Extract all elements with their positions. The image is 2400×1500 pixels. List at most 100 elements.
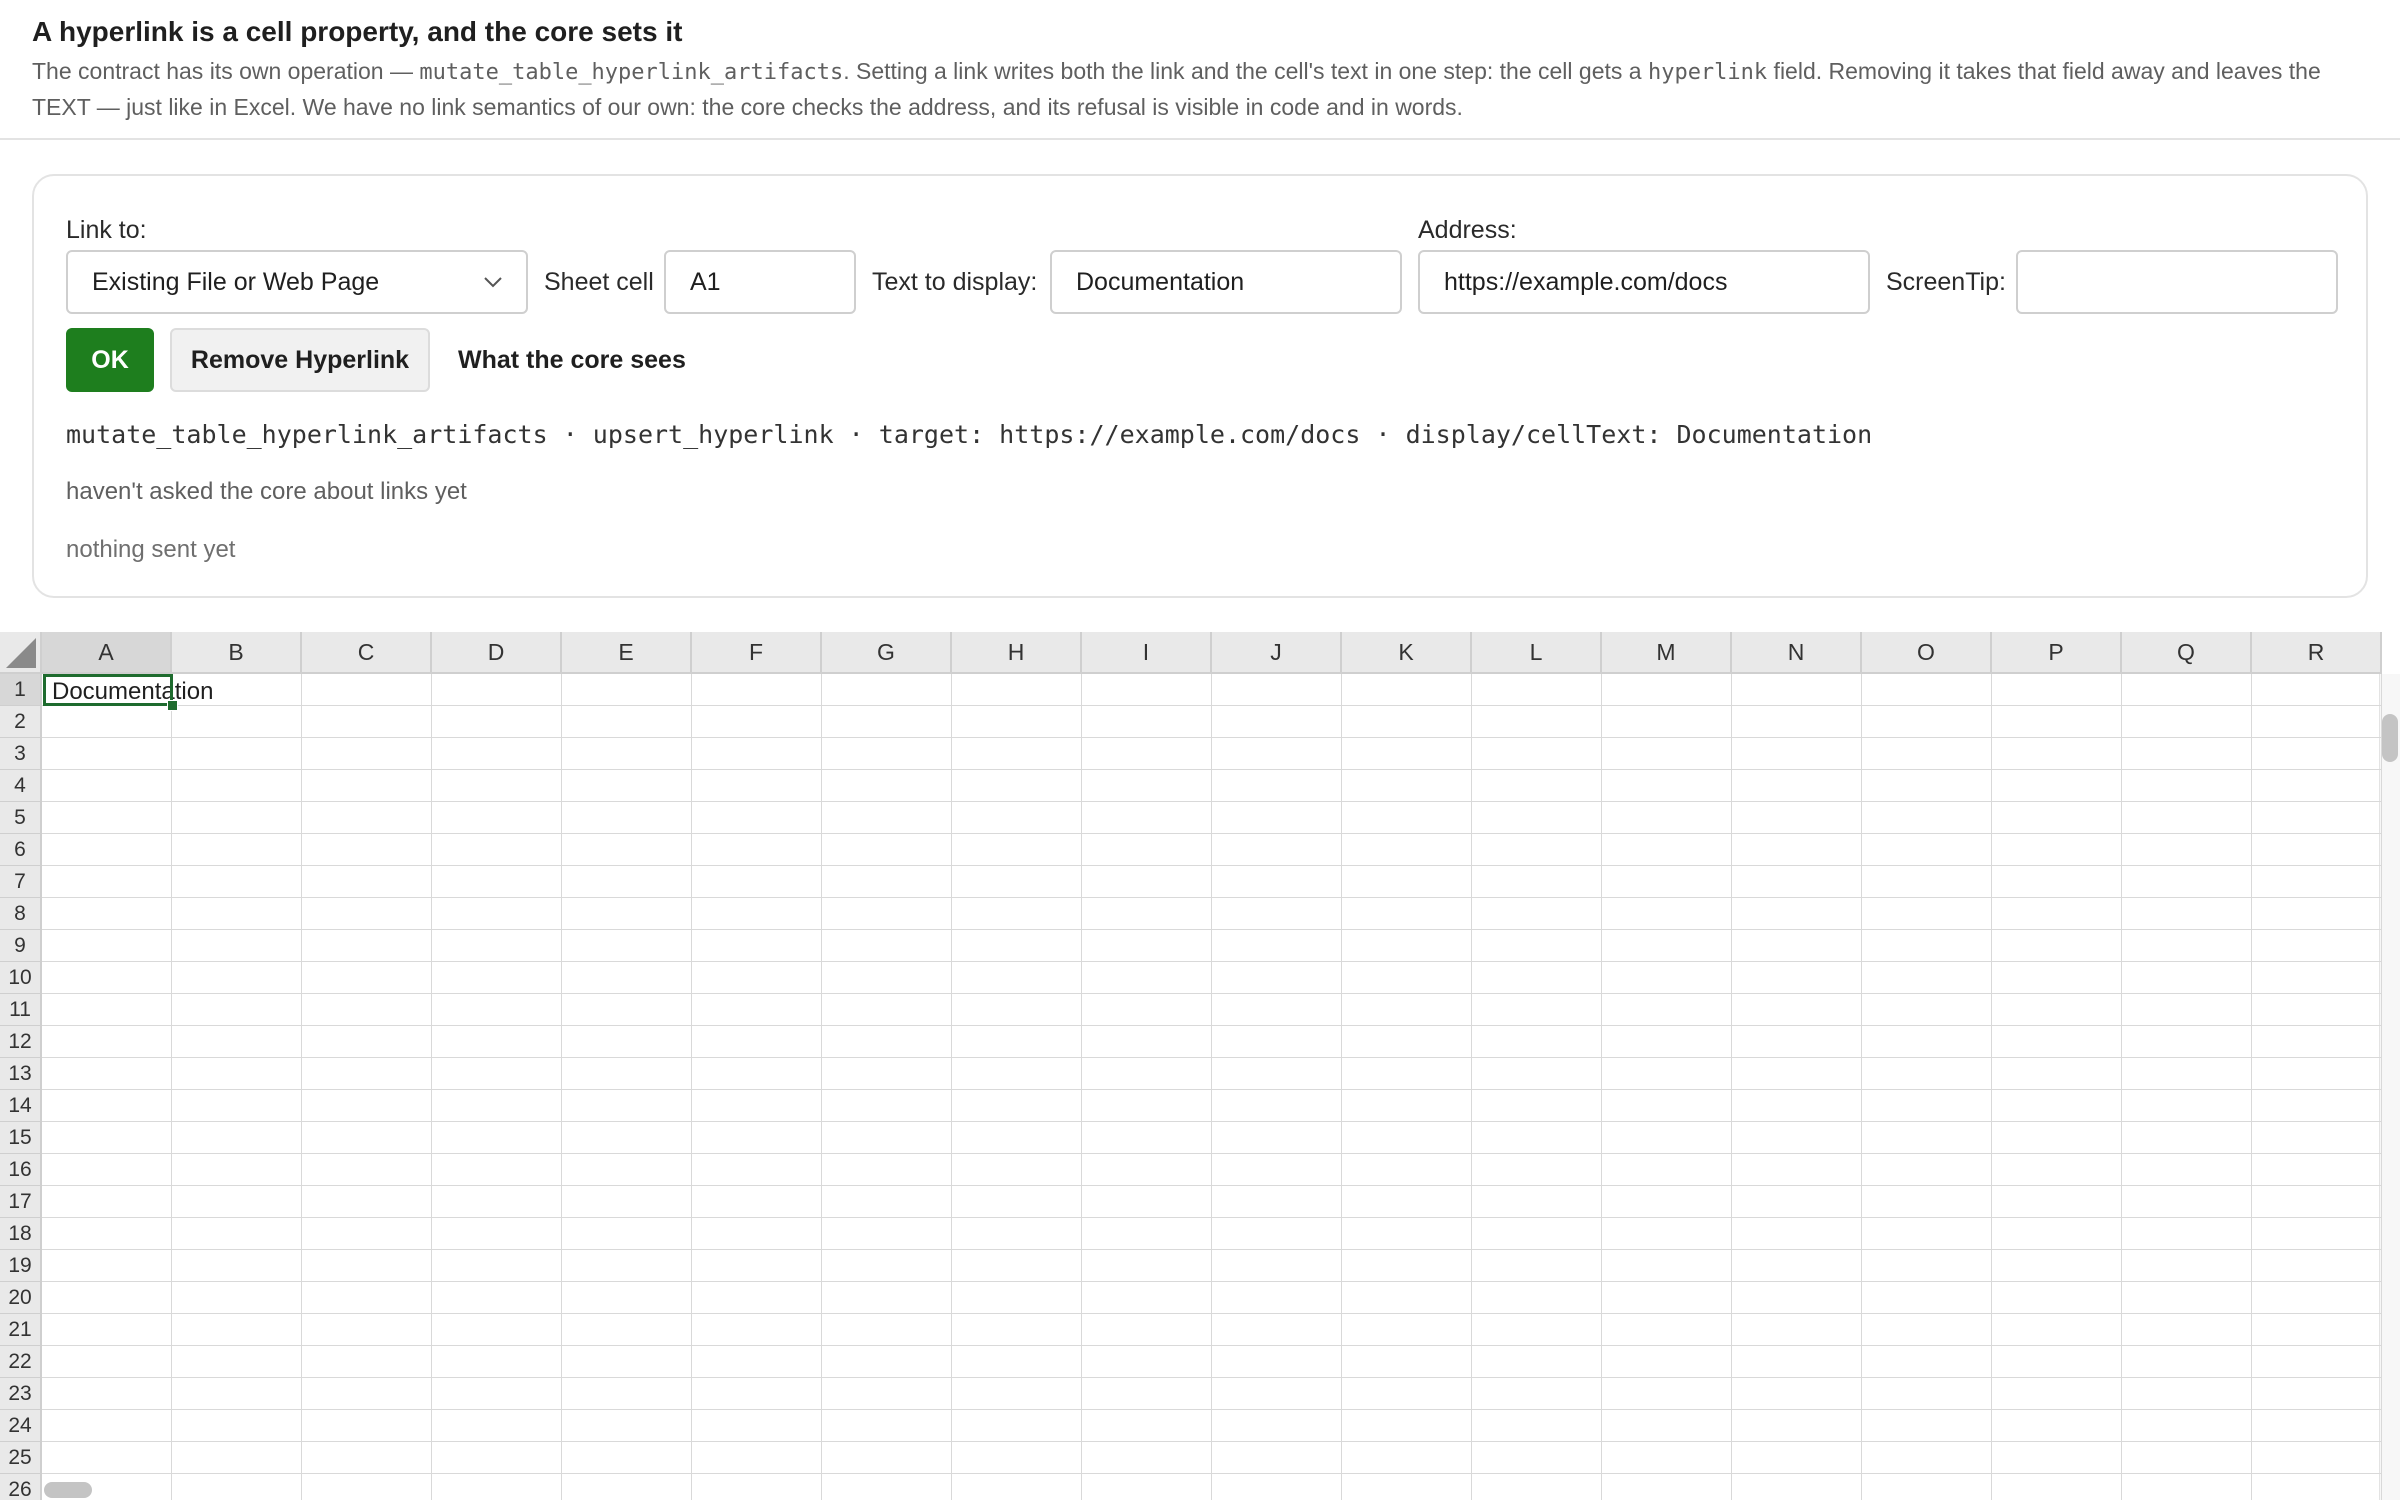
row-header-12[interactable]: 12 [0, 1026, 42, 1058]
row-gridline [42, 1057, 2382, 1058]
select-all-corner[interactable] [0, 632, 42, 674]
vertical-scrollbar[interactable] [2379, 674, 2400, 1500]
row-header-7[interactable]: 7 [0, 866, 42, 898]
row-header-5[interactable]: 5 [0, 802, 42, 834]
text-display-label: Text to display: [872, 268, 1038, 296]
screentip-input[interactable] [2016, 250, 2338, 314]
column-header-l[interactable]: L [1472, 632, 1602, 674]
row-header-18[interactable]: 18 [0, 1218, 42, 1250]
desc-text: The contract has its own operation — [32, 58, 420, 84]
row-gridline [42, 1153, 2382, 1154]
operation-preview: mutate_table_hyperlink_artifacts · upser… [66, 420, 1873, 449]
row-header-14[interactable]: 14 [0, 1090, 42, 1122]
link-to-label: Link to: [66, 216, 147, 244]
row-header-4[interactable]: 4 [0, 770, 42, 802]
links-status: haven't asked the core about links yet [66, 478, 467, 505]
column-header-c[interactable]: C [302, 632, 432, 674]
page-header: A hyperlink is a cell property, and the … [0, 0, 2400, 140]
link-to-select[interactable]: Existing File or Web Page [66, 250, 528, 314]
column-header-n[interactable]: N [1732, 632, 1862, 674]
row-gridline [42, 961, 2382, 962]
column-header-p[interactable]: P [1992, 632, 2122, 674]
row-header-16[interactable]: 16 [0, 1154, 42, 1186]
row-header-19[interactable]: 19 [0, 1250, 42, 1282]
spreadsheet-grid[interactable]: A B C D E F G H I J K L M N O P Q R 1 2 3 4 5 6 7 8 9 10 11 12 13 14 15 1… [0, 632, 2400, 1500]
row-header-9[interactable]: 9 [0, 930, 42, 962]
row-gridline [42, 737, 2382, 738]
row-gridline [42, 1089, 2382, 1090]
row-gridline [42, 1185, 2382, 1186]
chevron-down-icon [484, 277, 502, 288]
row-header-24[interactable]: 24 [0, 1410, 42, 1442]
fill-handle[interactable] [167, 700, 178, 711]
row-gridline [42, 993, 2382, 994]
column-header-m[interactable]: M [1602, 632, 1732, 674]
address-input[interactable]: https://example.com/docs [1418, 250, 1870, 314]
row-gridline [42, 1121, 2382, 1122]
row-gridline [42, 705, 2382, 706]
column-header-o[interactable]: O [1862, 632, 1992, 674]
hyperlink-panel: Link to: Existing File or Web Page Sheet… [32, 174, 2368, 598]
row-header-1[interactable]: 1 [0, 674, 42, 706]
column-header-i[interactable]: I [1082, 632, 1212, 674]
vertical-scroll-thumb[interactable] [2382, 714, 2398, 762]
column-header-q[interactable]: Q [2122, 632, 2252, 674]
row-gridline [42, 1313, 2382, 1314]
column-header-j[interactable]: J [1212, 632, 1342, 674]
remove-hyperlink-button[interactable]: Remove Hyperlink [170, 328, 430, 392]
row-header-6[interactable]: 6 [0, 834, 42, 866]
column-header-g[interactable]: G [822, 632, 952, 674]
sheet-cell-input[interactable]: A1 [664, 250, 856, 314]
row-header-3[interactable]: 3 [0, 738, 42, 770]
row-header-21[interactable]: 21 [0, 1314, 42, 1346]
row-header-13[interactable]: 13 [0, 1058, 42, 1090]
column-header-k[interactable]: K [1342, 632, 1472, 674]
column-header-e[interactable]: E [562, 632, 692, 674]
send-status: nothing sent yet [66, 536, 236, 563]
column-header-a[interactable]: A [42, 632, 172, 674]
desc-code-operation: mutate_table_hyperlink_artifacts [419, 60, 844, 85]
column-header-b[interactable]: B [172, 632, 302, 674]
column-header-f[interactable]: F [692, 632, 822, 674]
row-gridline [42, 769, 2382, 770]
row-header-26[interactable]: 26 [0, 1474, 42, 1500]
row-gridline [42, 929, 2382, 930]
row-header-2[interactable]: 2 [0, 706, 42, 738]
desc-text: . Setting a link writes both the link an… [843, 58, 1648, 84]
row-header-10[interactable]: 10 [0, 962, 42, 994]
row-gridline [42, 1025, 2382, 1026]
row-header-20[interactable]: 20 [0, 1282, 42, 1314]
row-gridline [42, 1473, 2382, 1474]
what-core-sees-button[interactable]: What the core sees [458, 328, 686, 392]
column-header-d[interactable]: D [432, 632, 562, 674]
row-gridline [42, 801, 2382, 802]
ok-button[interactable]: OK [66, 328, 154, 392]
row-gridline [42, 1281, 2382, 1282]
row-gridline [42, 1249, 2382, 1250]
row-gridline [42, 1377, 2382, 1378]
page-title: A hyperlink is a cell property, and the … [32, 16, 683, 47]
text-display-input[interactable]: Documentation [1050, 250, 1402, 314]
row-header-22[interactable]: 22 [0, 1346, 42, 1378]
selected-cell-outline [43, 674, 173, 706]
link-to-value: Existing File or Web Page [92, 267, 380, 296]
column-header-r[interactable]: R [2252, 632, 2382, 674]
row-header-8[interactable]: 8 [0, 898, 42, 930]
screentip-label: ScreenTip: [1886, 268, 2006, 296]
row-gridline [42, 865, 2382, 866]
row-header-23[interactable]: 23 [0, 1378, 42, 1410]
row-gridline [42, 897, 2382, 898]
desc-code-field: hyperlink [1647, 60, 1768, 85]
row-gridline [42, 1217, 2382, 1218]
sheet-cell-label: Sheet cell [544, 268, 654, 296]
row-gridline [42, 1441, 2382, 1442]
row-header-15[interactable]: 15 [0, 1122, 42, 1154]
address-label: Address: [1418, 216, 1517, 244]
row-header-17[interactable]: 17 [0, 1186, 42, 1218]
row-header-11[interactable]: 11 [0, 994, 42, 1026]
row-gridline [42, 833, 2382, 834]
horizontal-scroll-thumb[interactable] [44, 1482, 92, 1498]
row-gridline [42, 1409, 2382, 1410]
row-header-25[interactable]: 25 [0, 1442, 42, 1474]
column-header-h[interactable]: H [952, 632, 1082, 674]
